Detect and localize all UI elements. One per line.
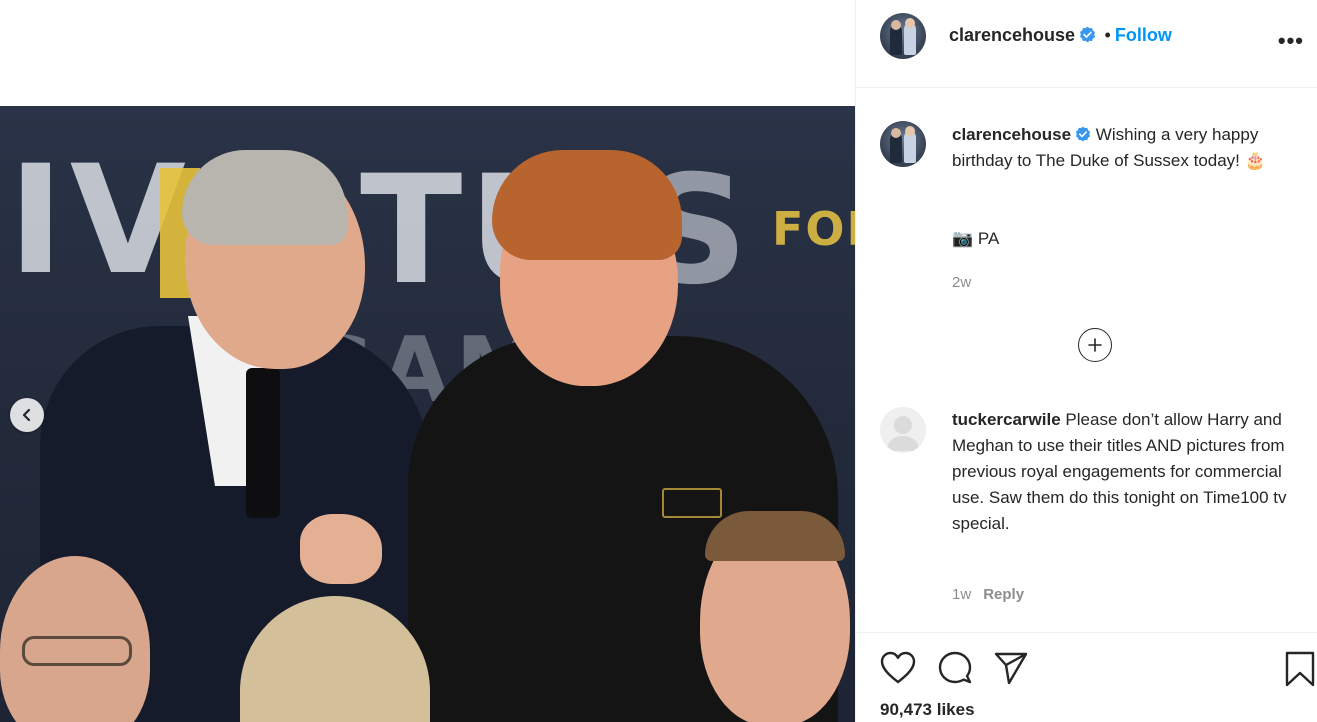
comment-avatar[interactable] [880,407,926,453]
comment-username[interactable]: tuckercarwile [952,410,1061,429]
figure-left-hair [182,150,347,245]
spectator-left-glasses [22,636,132,666]
comment-block: tuckercarwile Please don’t allow Harry a… [952,407,1297,537]
caption-block: clarencehouse Wishing a very happy birth… [952,122,1297,174]
header-separator: • [1104,25,1111,45]
reply-button[interactable]: Reply [983,586,1024,603]
caption-timestamp[interactable]: 2w [952,274,971,291]
caption-credit: 📷 PA [952,229,1000,248]
follow-button[interactable]: Follow [1115,25,1172,45]
spectator-right-hair [705,511,845,561]
post-header: clarencehouse • Follow ••• [856,0,1317,88]
post-side-panel: clarencehouse • Follow ••• clarencehouse … [855,0,1317,722]
more-options-icon[interactable]: ••• [1278,28,1304,54]
figure-left-tie [246,368,280,518]
header-account-line: clarencehouse • Follow [949,25,1172,46]
figure-right-logo [662,488,722,518]
likes-count[interactable]: 90,473 likes [880,700,975,720]
post-media: IV TU S GAMES FOR [0,0,855,722]
plus-circle-icon [1088,338,1102,352]
banner-text-for: FOR [772,202,855,256]
verified-badge-icon [1076,126,1091,142]
heart-icon[interactable] [880,651,916,685]
verified-badge-icon [1080,26,1096,43]
comment-icon[interactable] [937,651,973,685]
post-photo[interactable]: IV TU S GAMES FOR [0,106,855,722]
carousel-prev-button[interactable] [10,398,44,432]
caption-avatar[interactable] [880,121,926,167]
load-more-comments-button[interactable] [1078,328,1112,362]
figure-left-hand [300,514,382,584]
header-username[interactable]: clarencehouse [949,25,1075,45]
default-user-icon [886,416,920,451]
chevron-left-icon [22,408,31,422]
bookmark-icon[interactable] [1284,651,1316,687]
post-actions: 90,473 likes [856,632,1317,722]
paper-plane-icon[interactable] [993,651,1029,685]
figure-right-hair [492,150,682,260]
avatar[interactable] [880,13,926,59]
caption-username[interactable]: clarencehouse [952,125,1071,144]
comment-meta: 1w Reply [952,586,1024,603]
comment-timestamp[interactable]: 1w [952,586,971,603]
